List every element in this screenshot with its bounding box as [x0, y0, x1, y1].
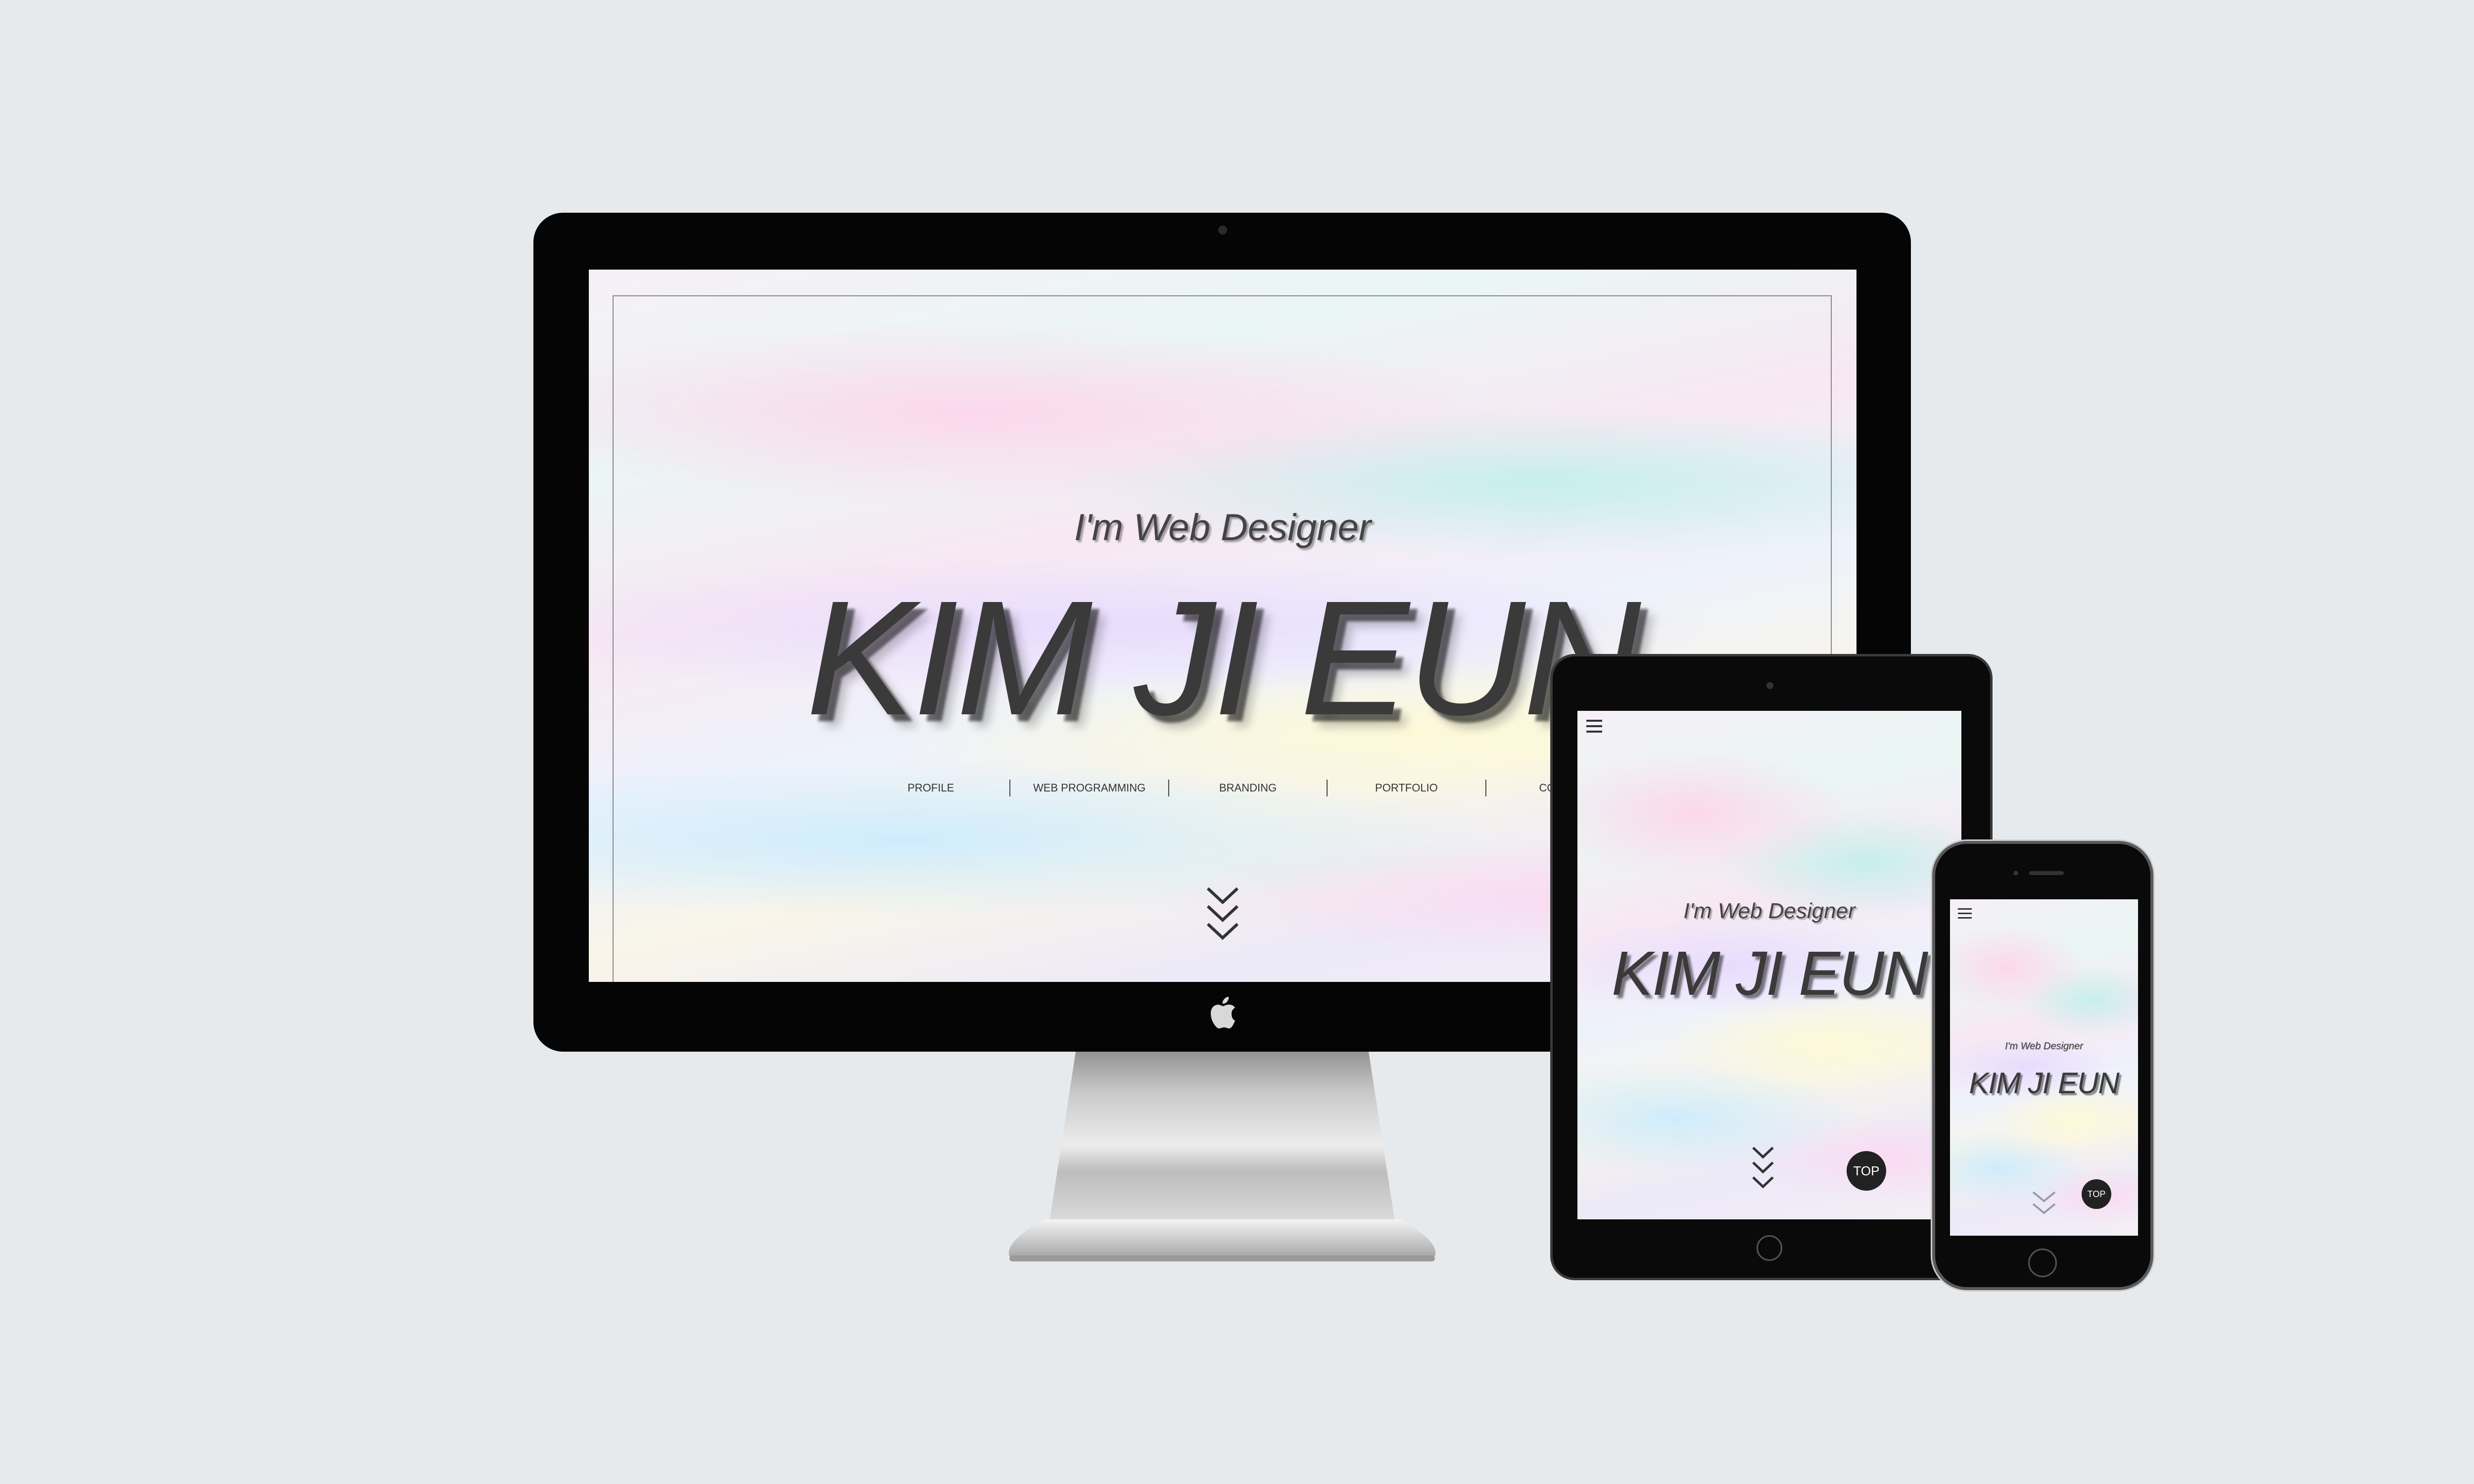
tablet-device: I'm Web Designer KIM JI EUN TOP — [1553, 656, 1990, 1278]
phone-device: I'm Web Designer KIM JI EUN TOP — [1935, 844, 2150, 1287]
scroll-down-chevron-icon[interactable] — [1751, 1145, 1775, 1193]
tablet-name: KIM JI EUN — [1611, 938, 1928, 1008]
top-button[interactable]: TOP — [2082, 1179, 2111, 1209]
nav-portfolio-label: PORTFOLIO — [1375, 782, 1438, 794]
phone-speaker — [2029, 871, 2064, 875]
phone-front-camera-icon — [2013, 871, 2018, 876]
nav-branding-label: BRANDING — [1219, 782, 1277, 794]
webcam-icon — [1218, 226, 1227, 234]
desktop-nav: PROFILE WEB PROGRAMMING BRANDING PORTFOL… — [852, 778, 1644, 798]
phone-name: KIM JI EUN — [1969, 1067, 2119, 1100]
monitor-stand — [1008, 1049, 1436, 1261]
phone-home-button[interactable] — [2028, 1249, 2057, 1277]
tablet-subtitle: I'm Web Designer — [1683, 899, 1856, 923]
scroll-down-chevron-icon[interactable] — [2031, 1190, 2057, 1220]
desktop-subtitle: I'm Web Designer — [1074, 507, 1372, 549]
top-button-label: TOP — [1853, 1163, 1880, 1178]
nav-portfolio[interactable]: PORTFOLIO — [1328, 780, 1486, 796]
top-button[interactable]: TOP — [1847, 1151, 1886, 1191]
scroll-down-chevron-icon[interactable] — [1205, 885, 1240, 945]
tablet-home-button[interactable] — [1757, 1235, 1782, 1261]
phone-screen: I'm Web Designer KIM JI EUN TOP — [1950, 899, 2138, 1236]
apple-logo-icon — [1211, 997, 1235, 1028]
nav-profile[interactable]: PROFILE — [852, 780, 1011, 796]
tablet-camera-icon — [1766, 682, 1773, 689]
tablet-screen: I'm Web Designer KIM JI EUN TOP — [1577, 711, 1961, 1219]
top-button-label: TOP — [2087, 1189, 2106, 1199]
nav-web-programming-label: WEB PROGRAMMING — [1033, 782, 1146, 794]
nav-web-programming[interactable]: WEB PROGRAMMING — [1010, 780, 1169, 796]
hamburger-menu-icon[interactable] — [1586, 720, 1602, 733]
nav-branding[interactable]: BRANDING — [1169, 780, 1328, 796]
nav-profile-label: PROFILE — [907, 782, 954, 794]
phone-subtitle: I'm Web Designer — [2005, 1041, 2083, 1052]
hamburger-menu-icon[interactable] — [1958, 908, 1972, 919]
